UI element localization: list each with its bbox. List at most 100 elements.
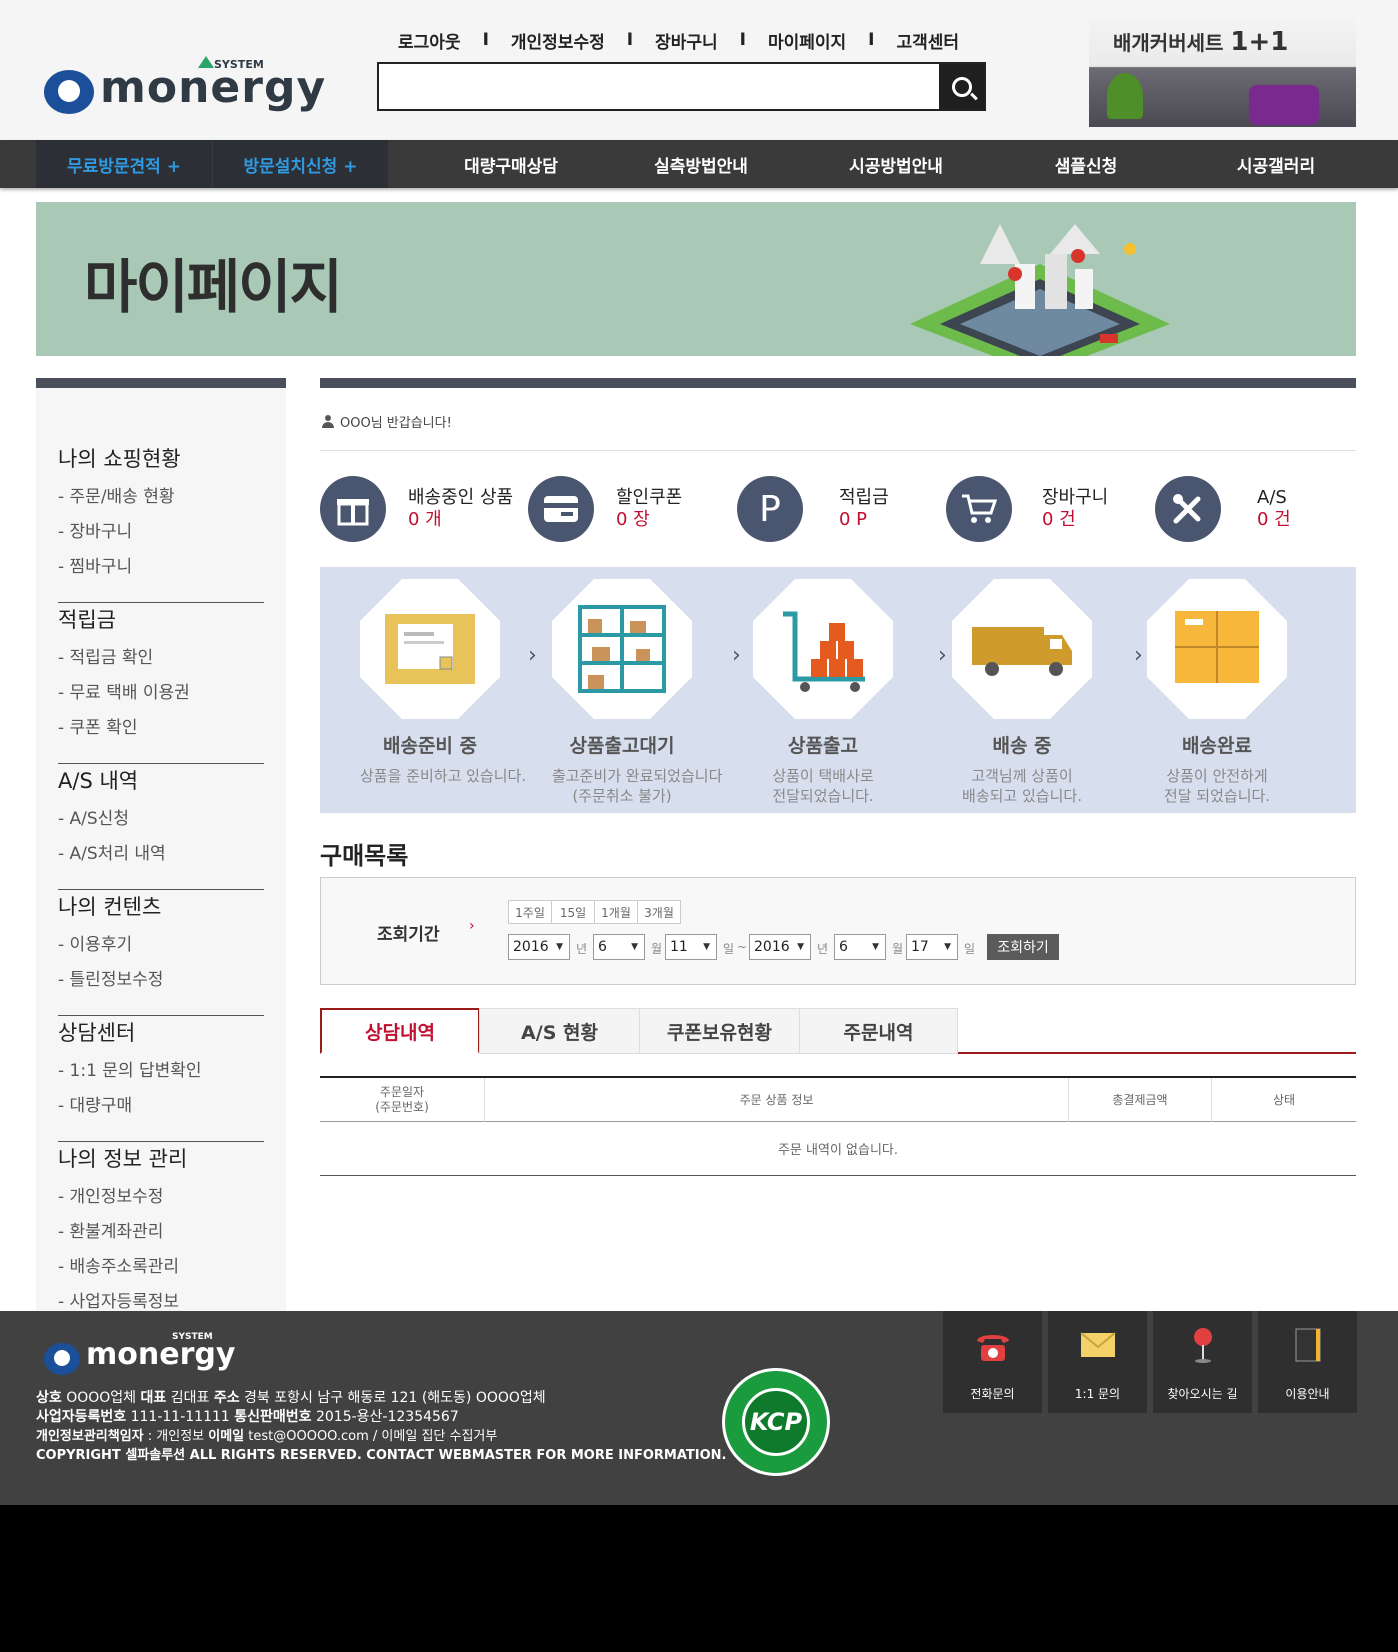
purchase-list-title: 구매목록 [320, 842, 409, 870]
quick-link-label: 이용안내 [1285, 1387, 1330, 1401]
from-month-select[interactable]: 6 [593, 934, 645, 960]
sidebar-section-title: A/S 내역 [58, 769, 139, 793]
stat-value: 0 장 [616, 509, 650, 530]
footer-registration-info: 사업자등록번호 111-11-11111 통신판매번호 2015-용산-1235… [36, 1409, 459, 1425]
package-icon [1147, 579, 1287, 719]
step-title: 배송 중 [992, 735, 1052, 757]
date-range-tilde: ~ [737, 940, 748, 954]
to-month-select[interactable]: 6 [834, 934, 886, 960]
top-link-mypage[interactable]: 마이페이지 [768, 28, 846, 53]
stat-value: 0 건 [1042, 509, 1076, 530]
quick-link-label: 전화문의 [970, 1387, 1015, 1401]
gift-icon [320, 476, 386, 542]
search-button[interactable] [939, 64, 984, 109]
mail-icon [1078, 1325, 1118, 1365]
filter-label: 조회기간 [377, 925, 440, 945]
to-day-select[interactable]: 17 [906, 934, 958, 960]
chevron-right-icon: › [1134, 643, 1143, 668]
sidebar-item-order-status[interactable]: - 주문/배송 현황 [58, 485, 264, 520]
sidebar-item-wishlist[interactable]: - 찜바구니 [58, 555, 264, 590]
unit-day: 일 [723, 942, 735, 956]
step-wait-release: 상품출고대기 출고준비가 완료되었습니다 (주문취소 불가) [552, 579, 722, 806]
city-illustration-icon [910, 224, 1170, 356]
logo-text: monergy [86, 1337, 236, 1372]
sidebar-section-points: 적립금 - 적립금 확인 - 무료 택배 이용권 - 쿠폰 확인 [58, 604, 264, 751]
from-year-select[interactable]: 2016 [508, 934, 570, 960]
top-link-customer-center[interactable]: 고객센터 [896, 28, 959, 53]
stat-shipping[interactable]: 배송중인 상품 0 개 [320, 476, 513, 542]
stat-value: 0 개 [408, 509, 442, 530]
nav-measure-guide[interactable]: 실측방법안내 [606, 140, 796, 188]
step-preparing: 배송준비 중 상품을 준비하고 있습니다. [360, 579, 526, 786]
sidebar-item-as-request[interactable]: - A/S신청 [58, 807, 264, 842]
top-link-cart[interactable]: 장바구니 [655, 28, 718, 53]
quick-15days-button[interactable]: 15일 [551, 900, 595, 924]
stat-label: A/S [1257, 487, 1287, 508]
footer-copyright: COPYRIGHT 셀파솔루션 ALL RIGHTS RESERVED. CON… [36, 1448, 727, 1463]
search-period-button[interactable]: 조회하기 [987, 934, 1059, 960]
page-title: 마이페이지 [84, 253, 343, 321]
unit-year: 년 [817, 942, 829, 956]
user-icon [322, 415, 334, 428]
sidebar-item-points-check[interactable]: - 적립금 확인 [58, 646, 264, 681]
search-icon [951, 76, 972, 97]
unit-month: 월 [892, 942, 904, 956]
stat-coupon[interactable]: 할인쿠폰 0 장 [528, 476, 682, 542]
search-input[interactable] [379, 64, 940, 109]
quick-link-phone[interactable]: 전화문의 [943, 1311, 1042, 1413]
nav-install-guide[interactable]: 시공방법안내 [796, 140, 996, 188]
top-link-profile-edit[interactable]: 개인정보수정 [511, 28, 605, 53]
sidebar-item-as-history[interactable]: - A/S처리 내역 [58, 842, 264, 877]
quick-3months-button[interactable]: 3개월 [637, 900, 681, 924]
divider [58, 763, 264, 764]
tab-consult-history[interactable]: 상담내역 [320, 1008, 480, 1054]
quick-link-label: 1:1 문의 [1074, 1387, 1121, 1401]
to-year-select[interactable]: 2016 [749, 934, 811, 960]
sidebar-item-bulk-purchase[interactable]: - 대량구매 [58, 1094, 264, 1129]
kcp-escrow-badge[interactable]: KCP [722, 1368, 830, 1476]
nav-sample-request[interactable]: 샘플신청 [996, 140, 1176, 188]
chevron-right-icon: › [469, 918, 475, 934]
phone-icon [973, 1325, 1013, 1365]
sidebar-item-free-delivery[interactable]: - 무료 택배 이용권 [58, 681, 264, 716]
book-icon [1288, 1325, 1328, 1365]
sidebar-item-reviews[interactable]: - 이용후기 [58, 933, 264, 968]
ad-banner[interactable]: 배개커버세트 1+1 [1089, 17, 1356, 127]
stat-as[interactable]: A/S 0 건 [1155, 476, 1291, 542]
footer-logo[interactable]: SYSTEM monergy [44, 1331, 244, 1379]
nav-gallery[interactable]: 시공갤러리 [1176, 140, 1376, 188]
stat-label: 적립금 [839, 487, 889, 508]
chevron-right-icon: › [938, 643, 947, 668]
tab-as-status[interactable]: A/S 현황 [479, 1008, 640, 1054]
sidebar-item-coupons[interactable]: - 쿠폰 확인 [58, 716, 264, 751]
sidebar-item-refund-account[interactable]: - 환불계좌관리 [58, 1220, 264, 1255]
tab-order-history[interactable]: 주문내역 [799, 1008, 958, 1054]
quick-1month-button[interactable]: 1개월 [594, 900, 638, 924]
footer: SYSTEM monergy 상호 OOOO업체 대표 김대표 주소 경북 포항… [0, 1311, 1398, 1505]
sidebar-item-info-correction[interactable]: - 틀린정보수정 [58, 968, 264, 1003]
nav-bulk-purchase[interactable]: 대량구매상담 [416, 140, 606, 188]
quick-link-guide[interactable]: 이용안내 [1258, 1311, 1357, 1413]
nav-install-request[interactable]: 방문설치신청 + [213, 140, 388, 188]
step-in-transit: 배송 중 고객님께 상품이 배송되고 있습니다. [952, 579, 1092, 806]
sidebar-section-my-info: 나의 정보 관리 - 개인정보수정 - 환불계좌관리 - 배송주소록관리 - 사… [58, 1143, 264, 1325]
from-day-select[interactable]: 11 [665, 934, 717, 960]
top-link-logout[interactable]: 로그아웃 [398, 28, 461, 53]
stat-points[interactable]: P 적립금 0 P [737, 476, 889, 542]
stat-cart[interactable]: 장바구니 0 건 [946, 476, 1108, 542]
quick-1week-button[interactable]: 1주일 [508, 900, 552, 924]
tab-coupon-status[interactable]: 쿠폰보유현황 [639, 1008, 800, 1054]
divider [320, 450, 1356, 451]
date-filter: 조회기간 › 1주일 15일 1개월 3개월 2016 년 6 월 11 일 ~… [320, 877, 1356, 985]
sidebar-item-qna-answer[interactable]: - 1:1 문의 답변확인 [58, 1059, 264, 1094]
unit-year: 년 [576, 942, 588, 956]
quick-link-directions[interactable]: 찾아오시는 길 [1153, 1311, 1252, 1413]
pillow-image [1249, 85, 1319, 125]
nav-free-estimate[interactable]: 무료방문견적 + [36, 140, 212, 188]
separator: I [739, 30, 746, 50]
quick-link-inquiry[interactable]: 1:1 문의 [1048, 1311, 1147, 1413]
sidebar-item-cart[interactable]: - 장바구니 [58, 520, 264, 555]
sidebar-item-profile-edit[interactable]: - 개인정보수정 [58, 1185, 264, 1220]
sidebar-item-address-book[interactable]: - 배송주소록관리 [58, 1255, 264, 1290]
site-logo[interactable]: SYSTEM monergy [44, 52, 325, 118]
